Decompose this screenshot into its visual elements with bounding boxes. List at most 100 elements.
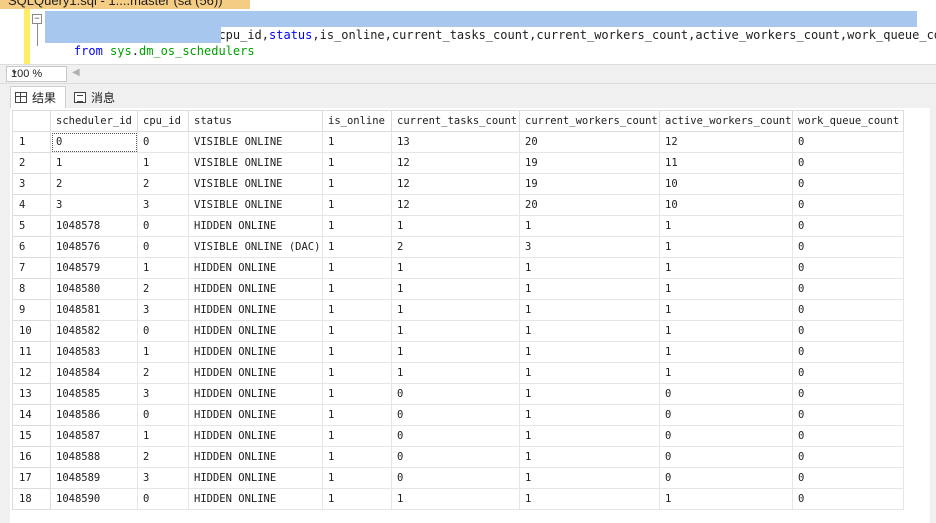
table-cell[interactable]: 1 <box>391 488 520 510</box>
query-editor[interactable]: − select scheduler_id,cpu_id,status,is_o… <box>0 9 936 64</box>
table-cell[interactable]: HIDDEN ONLINE <box>188 299 323 321</box>
table-cell[interactable]: 20 <box>519 194 660 216</box>
row-number-cell[interactable]: 4 <box>12 194 51 216</box>
row-number-cell[interactable]: 7 <box>12 257 51 279</box>
table-cell[interactable]: 0 <box>792 383 904 405</box>
table-cell[interactable]: HIDDEN ONLINE <box>188 404 323 426</box>
table-cell[interactable]: 3 <box>519 236 660 258</box>
row-number-cell[interactable]: 14 <box>12 404 51 426</box>
table-cell[interactable]: 1 <box>137 425 189 447</box>
table-cell[interactable]: 0 <box>792 173 904 195</box>
table-cell[interactable]: 0 <box>50 131 138 153</box>
table-row[interactable]: 4 3 3 VISIBLE ONLINE 1 12 20 10 0 <box>12 194 904 216</box>
table-cell[interactable]: 1 <box>519 488 660 510</box>
table-cell[interactable]: 0 <box>792 278 904 300</box>
zoom-dropdown[interactable]: 100 % ▼ <box>6 66 67 82</box>
table-row[interactable]: 14 1048586 0 HIDDEN ONLINE 1 0 1 0 0 <box>12 404 904 426</box>
table-cell[interactable]: 1 <box>519 299 660 321</box>
table-cell[interactable]: 1048579 <box>50 257 138 279</box>
table-cell[interactable]: 0 <box>792 404 904 426</box>
table-cell[interactable]: VISIBLE ONLINE <box>188 152 323 174</box>
table-cell[interactable]: 0 <box>137 488 189 510</box>
table-cell[interactable]: 0 <box>659 404 793 426</box>
table-cell[interactable]: 1 <box>322 404 392 426</box>
code-line-1[interactable]: select scheduler_id,cpu_id,status,is_onl… <box>45 11 936 42</box>
table-cell[interactable]: 2 <box>391 236 520 258</box>
table-cell[interactable]: 11 <box>659 152 793 174</box>
table-row[interactable]: 13 1048585 3 HIDDEN ONLINE 1 0 1 0 0 <box>12 383 904 405</box>
table-cell[interactable]: 19 <box>519 173 660 195</box>
table-row[interactable]: 5 1048578 0 HIDDEN ONLINE 1 1 1 1 0 <box>12 215 904 237</box>
table-cell[interactable]: HIDDEN ONLINE <box>188 425 323 447</box>
table-cell[interactable]: 1 <box>137 341 189 363</box>
table-cell[interactable]: 13 <box>391 131 520 153</box>
table-row[interactable]: 8 1048580 2 HIDDEN ONLINE 1 1 1 1 0 <box>12 278 904 300</box>
table-cell[interactable]: 1 <box>659 257 793 279</box>
column-header[interactable]: is_online <box>322 110 392 132</box>
table-cell[interactable]: 0 <box>792 446 904 468</box>
table-cell[interactable]: 0 <box>659 425 793 447</box>
table-cell[interactable]: 1048578 <box>50 215 138 237</box>
table-cell[interactable]: 1 <box>659 299 793 321</box>
table-cell[interactable]: 0 <box>137 320 189 342</box>
table-cell[interactable]: 1 <box>137 152 189 174</box>
table-cell[interactable]: 1 <box>659 488 793 510</box>
table-cell[interactable]: 0 <box>792 425 904 447</box>
table-cell[interactable]: 1 <box>391 299 520 321</box>
table-cell[interactable]: 1048589 <box>50 467 138 489</box>
table-cell[interactable]: 0 <box>137 131 189 153</box>
table-cell[interactable]: 0 <box>391 383 520 405</box>
table-cell[interactable]: 2 <box>50 173 138 195</box>
table-cell[interactable]: 1 <box>519 215 660 237</box>
table-cell[interactable]: 1048590 <box>50 488 138 510</box>
table-cell[interactable]: 1048582 <box>50 320 138 342</box>
table-cell[interactable]: 1 <box>519 425 660 447</box>
row-number-cell[interactable]: 3 <box>12 173 51 195</box>
table-cell[interactable]: 1 <box>50 152 138 174</box>
table-cell[interactable]: 1048580 <box>50 278 138 300</box>
table-cell[interactable]: 1 <box>322 362 392 384</box>
table-cell[interactable]: 0 <box>792 215 904 237</box>
table-cell[interactable]: 0 <box>137 236 189 258</box>
table-cell[interactable]: 0 <box>792 194 904 216</box>
document-tab[interactable]: SQLQuery1.sql - 1....master (sa (56)) <box>0 0 250 9</box>
row-number-cell[interactable]: 6 <box>12 236 51 258</box>
table-cell[interactable]: 0 <box>792 131 904 153</box>
table-cell[interactable]: 1 <box>322 467 392 489</box>
table-cell[interactable]: HIDDEN ONLINE <box>188 215 323 237</box>
table-cell[interactable]: 1 <box>322 152 392 174</box>
table-cell[interactable]: 1 <box>659 215 793 237</box>
table-cell[interactable]: 1 <box>659 362 793 384</box>
table-cell[interactable]: 1 <box>391 278 520 300</box>
table-cell[interactable]: HIDDEN ONLINE <box>188 278 323 300</box>
table-cell[interactable]: 1 <box>519 257 660 279</box>
table-cell[interactable]: 2 <box>137 446 189 468</box>
table-cell[interactable]: 1 <box>519 446 660 468</box>
table-cell[interactable]: HIDDEN ONLINE <box>188 467 323 489</box>
table-cell[interactable]: 1 <box>322 278 392 300</box>
table-cell[interactable]: 1 <box>519 362 660 384</box>
column-header[interactable]: cpu_id <box>137 110 189 132</box>
table-cell[interactable]: HIDDEN ONLINE <box>188 488 323 510</box>
table-cell[interactable]: 1 <box>322 488 392 510</box>
column-header[interactable]: work_queue_count <box>792 110 904 132</box>
table-row[interactable]: 6 1048576 0 VISIBLE ONLINE (DAC) 1 2 3 1 0 <box>12 236 904 258</box>
table-cell[interactable]: 12 <box>391 173 520 195</box>
table-cell[interactable]: 20 <box>519 131 660 153</box>
table-cell[interactable]: 0 <box>391 404 520 426</box>
row-number-cell[interactable]: 8 <box>12 278 51 300</box>
table-cell[interactable]: 1 <box>519 278 660 300</box>
table-cell[interactable]: 0 <box>792 236 904 258</box>
table-cell[interactable]: 19 <box>519 152 660 174</box>
table-cell[interactable]: 3 <box>137 194 189 216</box>
table-cell[interactable]: 0 <box>391 425 520 447</box>
table-cell[interactable]: 0 <box>792 320 904 342</box>
table-cell[interactable]: 1 <box>391 215 520 237</box>
row-number-cell[interactable]: 2 <box>12 152 51 174</box>
table-cell[interactable]: 2 <box>137 278 189 300</box>
table-cell[interactable]: 0 <box>792 362 904 384</box>
table-cell[interactable]: 12 <box>659 131 793 153</box>
table-cell[interactable]: 1 <box>322 194 392 216</box>
table-cell[interactable]: 0 <box>391 446 520 468</box>
table-row[interactable]: 7 1048579 1 HIDDEN ONLINE 1 1 1 1 0 <box>12 257 904 279</box>
